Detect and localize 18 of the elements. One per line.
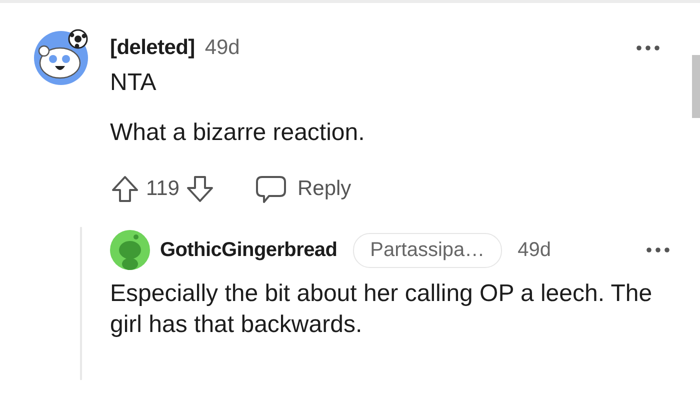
comment-age: 49d xyxy=(518,238,552,262)
comment-text: NTA xyxy=(110,69,158,97)
upvote-icon[interactable] xyxy=(110,174,140,204)
reply-button[interactable]: Reply xyxy=(255,174,352,204)
vote-count: 119 xyxy=(146,177,180,201)
more-options-icon[interactable] xyxy=(646,247,670,253)
speech-bubble-icon xyxy=(255,174,288,204)
robot-avatar-icon xyxy=(32,27,90,85)
comment-age: 49d xyxy=(204,36,240,60)
robot-avatar-icon xyxy=(110,230,150,270)
user-flair: Partassipa… xyxy=(353,232,502,268)
comment-text: What a bizarre reaction. xyxy=(110,119,366,147)
more-options-icon[interactable] xyxy=(636,45,660,51)
comment-text: Especially the bit about her calling OP a leech. The girl has that backwards. xyxy=(110,279,654,340)
downvote-icon[interactable] xyxy=(185,174,216,204)
scrollbar-thumb[interactable] xyxy=(692,55,700,118)
username[interactable]: [deleted] xyxy=(110,36,195,60)
username[interactable]: GothicGingerbread xyxy=(160,238,338,262)
